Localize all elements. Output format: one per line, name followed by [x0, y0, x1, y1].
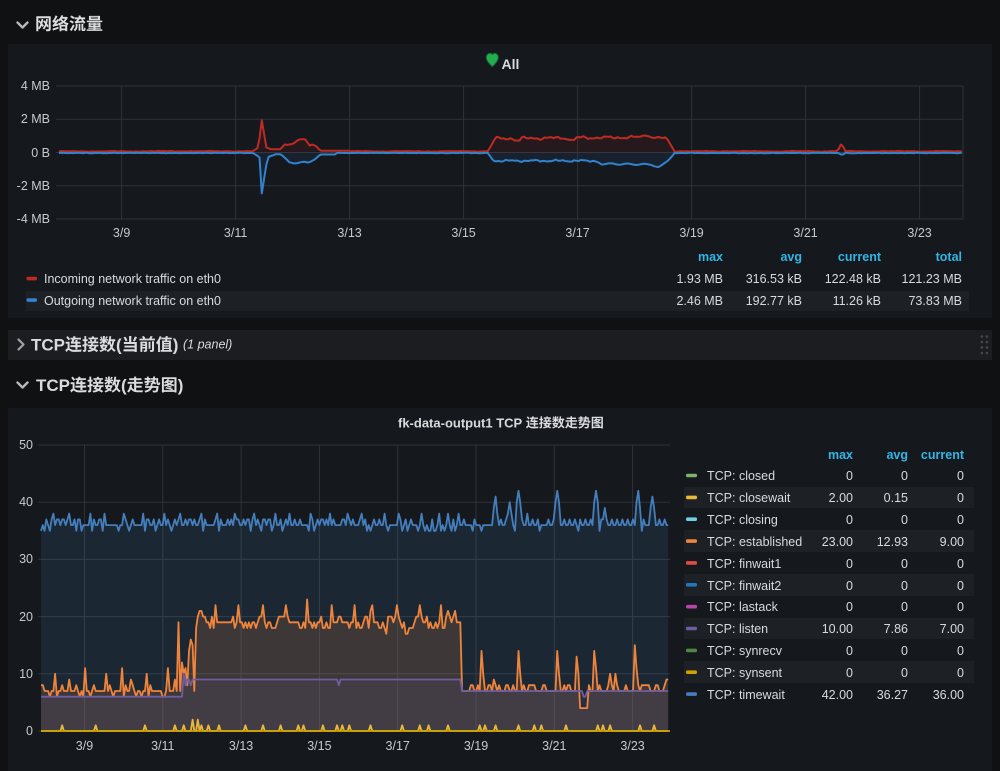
svg-text:(: (	[116, 336, 122, 355]
svg-text:fk-data-output1 TCP: fk-data-output1 TCP	[398, 415, 523, 430]
svg-text:): )	[178, 376, 184, 395]
svg-text:TCP: TCP	[31, 336, 65, 355]
svg-text:(: (	[121, 376, 127, 395]
svg-text:TCP: TCP	[36, 376, 70, 395]
svg-text:(1 panel): (1 panel)	[183, 338, 232, 352]
svg-text:): )	[173, 336, 179, 355]
